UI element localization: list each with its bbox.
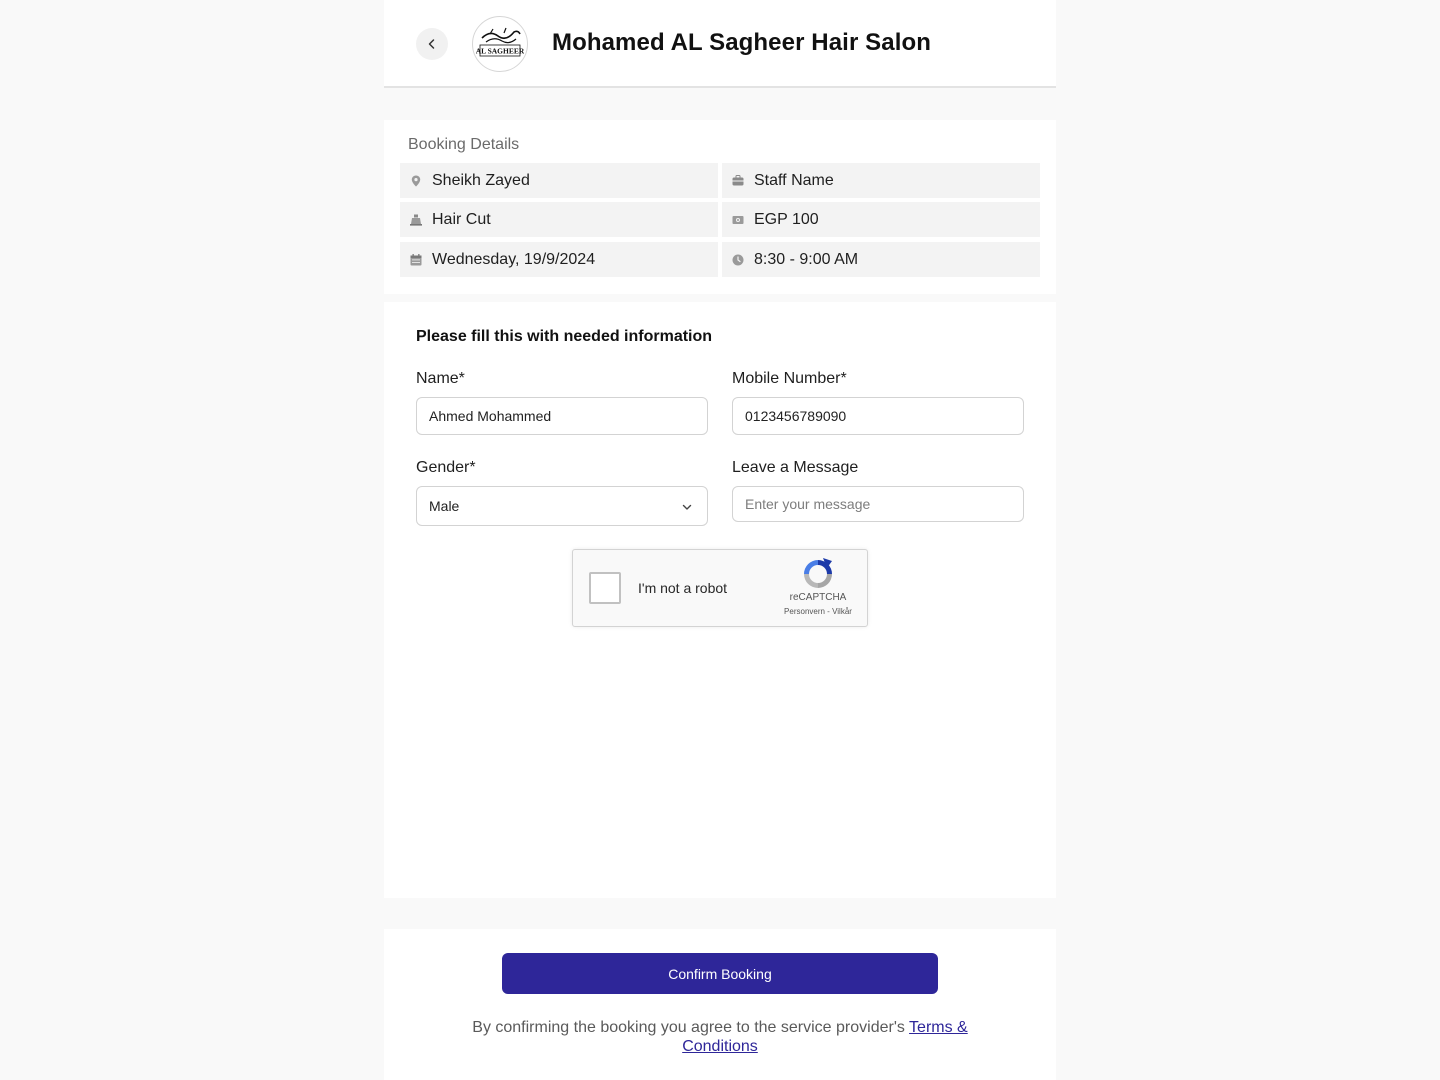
booking-details: Booking Details Sheikh Zayed Staff Name …: [384, 120, 1056, 294]
gender-select-value: Male: [429, 498, 460, 514]
detail-location-text: Sheikh Zayed: [432, 171, 530, 189]
detail-staff: Staff Name: [722, 163, 1040, 198]
detail-time: 8:30 - 9:00 AM: [722, 242, 1040, 277]
name-label: Name*: [416, 370, 465, 387]
salon-name: Mohamed AL Sagheer Hair Salon: [552, 29, 931, 56]
clock-icon: [732, 254, 744, 266]
terms-text: By confirming the booking you agree to t…: [472, 1019, 905, 1036]
salon-logo: AL SAGHEER: [472, 16, 528, 72]
message-input[interactable]: [732, 486, 1024, 522]
booking-page: AL SAGHEER Mohamed AL Sagheer Hair Salon…: [384, 0, 1056, 1080]
mobile-label: Mobile Number*: [732, 370, 847, 387]
recaptcha-links[interactable]: Personvern - Vilkår: [773, 607, 863, 616]
gender-select[interactable]: Male: [416, 486, 708, 526]
form-title: Please fill this with needed information: [416, 328, 713, 345]
detail-price: EGP 100: [722, 202, 1040, 237]
chevron-left-icon: [428, 39, 435, 49]
name-input[interactable]: [416, 397, 708, 435]
detail-service-text: Hair Cut: [432, 210, 491, 228]
money-icon: [732, 214, 744, 226]
chevron-down-icon: [682, 504, 692, 510]
recaptcha-widget: I'm not a robot reCAPTCHA Personvern - V…: [572, 549, 868, 627]
detail-staff-text: Staff Name: [754, 171, 834, 189]
location-pin-icon: [410, 175, 422, 187]
detail-time-text: 8:30 - 9:00 AM: [754, 250, 859, 268]
mobile-input[interactable]: [732, 397, 1024, 435]
recaptcha-brand: reCAPTCHA: [789, 592, 847, 603]
recaptcha-icon: [804, 558, 832, 588]
gender-label: Gender*: [416, 459, 476, 476]
recaptcha-checkbox[interactable]: [589, 572, 621, 604]
detail-location: Sheikh Zayed: [400, 163, 718, 198]
recaptcha-label: I'm not a robot: [638, 580, 728, 596]
detail-date-text: Wednesday, 19/9/2024: [432, 250, 596, 268]
booking-details-title: Booking Details: [408, 136, 520, 153]
confirm-booking-button[interactable]: Confirm Booking: [502, 953, 938, 994]
detail-date: Wednesday, 19/9/2024: [400, 242, 718, 277]
header: AL SAGHEER Mohamed AL Sagheer Hair Salon: [384, 0, 1056, 88]
logo-text: AL SAGHEER: [476, 47, 524, 56]
terms-notice: By confirming the booking you agree to t…: [440, 1018, 1000, 1056]
detail-price-text: EGP 100: [754, 210, 819, 228]
message-label: Leave a Message: [732, 459, 859, 476]
detail-service: Hair Cut: [400, 202, 718, 237]
calendar-icon: [410, 253, 422, 266]
footer: Confirm Booking By confirming the bookin…: [384, 929, 1056, 1080]
customer-form: Please fill this with needed information…: [384, 302, 1056, 898]
service-icon: [410, 214, 422, 226]
staff-icon: [732, 175, 744, 187]
back-button[interactable]: [416, 28, 448, 60]
